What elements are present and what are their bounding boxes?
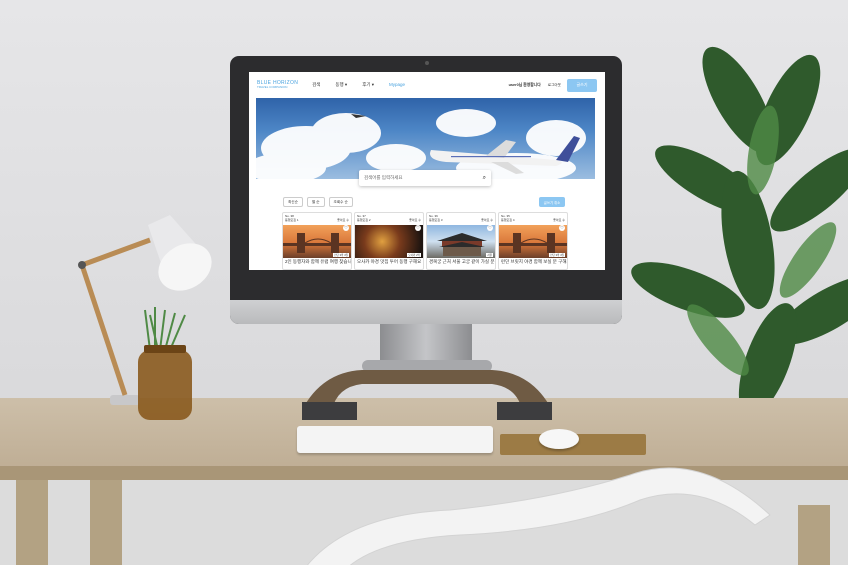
card-title: 경복궁 근처 서울 고궁 같이 가실 분 xyxy=(429,259,495,264)
card-tag: 런던 3박 4일 xyxy=(333,253,349,257)
filter-stars[interactable]: 별 순 xyxy=(306,197,325,207)
card-likes: 좋아요 수 xyxy=(553,218,565,222)
post-card[interactable]: No. 37 동행모집 2 좋아요 수 오사카 2박 ♡ 오사카 야경 맛집 투… xyxy=(354,212,424,270)
card-thumbnail: 런던 3박 4일 xyxy=(283,225,351,258)
keyboard xyxy=(297,426,493,453)
logout-link[interactable]: 로그아웃 xyxy=(548,83,561,88)
card-likes: 좋아요 수 xyxy=(337,218,349,222)
heart-icon[interactable]: ♡ xyxy=(415,225,421,231)
post-card[interactable]: No. 35 동행모집 4 좋아요 수 런던 3박 4일 ♡ 런던 브릿지 야경… xyxy=(498,212,568,270)
card-tag: 서울 xyxy=(486,253,493,257)
plant-decoration xyxy=(631,46,848,417)
hero-banner xyxy=(256,98,595,179)
card-title: 2인 동행자와 함께 유럽 여행 찾습니다 xyxy=(285,259,351,264)
browser-screen: BLUE HORIZON TRAVEL COMPANION 검색 동행 ▾ 후기… xyxy=(249,72,605,270)
monitor-chin xyxy=(230,300,622,324)
write-button[interactable]: 글쓰기 xyxy=(567,78,597,92)
search-placeholder: 검색어를 입력하세요 xyxy=(364,175,403,180)
filter-views[interactable]: 조회수 순 xyxy=(328,197,353,207)
filter-latest[interactable]: 최신순 xyxy=(283,197,303,207)
search-input[interactable]: 검색어를 입력하세요 ⌕ xyxy=(359,170,491,186)
card-header: No. 37 동행모집 2 좋아요 수 xyxy=(355,213,423,225)
heart-icon[interactable]: ♡ xyxy=(559,225,565,231)
card-thumbnail: 서울 xyxy=(427,225,495,258)
logo-sub: TRAVEL COMPANION xyxy=(257,85,288,89)
card-title: 런던 브릿지 야경 함께 보실 분 구해요 xyxy=(501,259,567,264)
heart-icon[interactable]: ♡ xyxy=(487,225,493,231)
chair xyxy=(306,467,771,565)
nav-item-companion[interactable]: 동행 ▾ xyxy=(335,82,347,88)
site-logo[interactable]: BLUE HORIZON TRAVEL COMPANION xyxy=(257,81,298,89)
nav-item-search[interactable]: 검색 xyxy=(312,82,320,88)
main-menu: 검색 동행 ▾ 후기 ▾ Mypage xyxy=(312,82,405,88)
desk-leg xyxy=(90,480,122,565)
card-header: No. 36 동행모집 3 좋아요 수 xyxy=(427,213,495,225)
post-card[interactable]: No. 38 동행모집 1 좋아요 수 런던 3박 4일 ♡ 2인 동행자와 함… xyxy=(282,212,352,270)
filter-bar: 최신순 별 순 조회수 순 xyxy=(283,197,353,207)
plant-jar xyxy=(138,307,192,420)
card-thumbnail: 런던 3박 4일 xyxy=(499,225,567,258)
user-area: user0님 환영합니다 로그아웃 xyxy=(509,83,561,88)
hero-image xyxy=(256,109,586,179)
card-likes: 좋아요 수 xyxy=(481,218,493,222)
top-nav: BLUE HORIZON TRAVEL COMPANION 검색 동행 ▾ 후기… xyxy=(249,72,605,98)
post-card[interactable]: No. 36 동행모집 3 좋아요 수 서울 ♡ 경복궁 근처 서울 고궁 같이… xyxy=(426,212,496,270)
card-title: 오사카 야경 맛집 투어 동행 구해요 xyxy=(357,259,422,264)
camera-dot xyxy=(425,61,429,65)
card-thumbnail: 오사카 2박 xyxy=(355,225,423,258)
monitor-riser xyxy=(302,370,552,420)
search-icon[interactable]: ⌕ xyxy=(483,175,486,182)
user-greeting: user0님 환영합니다 xyxy=(508,82,541,87)
desk-leg xyxy=(798,505,830,565)
card-tag: 오사카 2박 xyxy=(407,253,421,257)
nav-item-review[interactable]: 후기 ▾ xyxy=(362,82,374,88)
card-likes: 좋아요 수 xyxy=(409,218,421,222)
card-header: No. 35 동행모집 4 좋아요 수 xyxy=(499,213,567,225)
mouse xyxy=(539,429,579,449)
desk-leg xyxy=(16,480,48,565)
heart-icon[interactable]: ♡ xyxy=(343,225,349,231)
card-tag: 런던 3박 4일 xyxy=(549,253,565,257)
cancel-write-button[interactable]: 글쓰기 취소 xyxy=(539,197,565,207)
card-header: No. 38 동행모집 1 좋아요 수 xyxy=(283,213,351,225)
nav-item-mypage[interactable]: Mypage xyxy=(389,82,405,88)
card-list: No. 38 동행모집 1 좋아요 수 런던 3박 4일 ♡ 2인 동행자와 함… xyxy=(282,212,568,270)
